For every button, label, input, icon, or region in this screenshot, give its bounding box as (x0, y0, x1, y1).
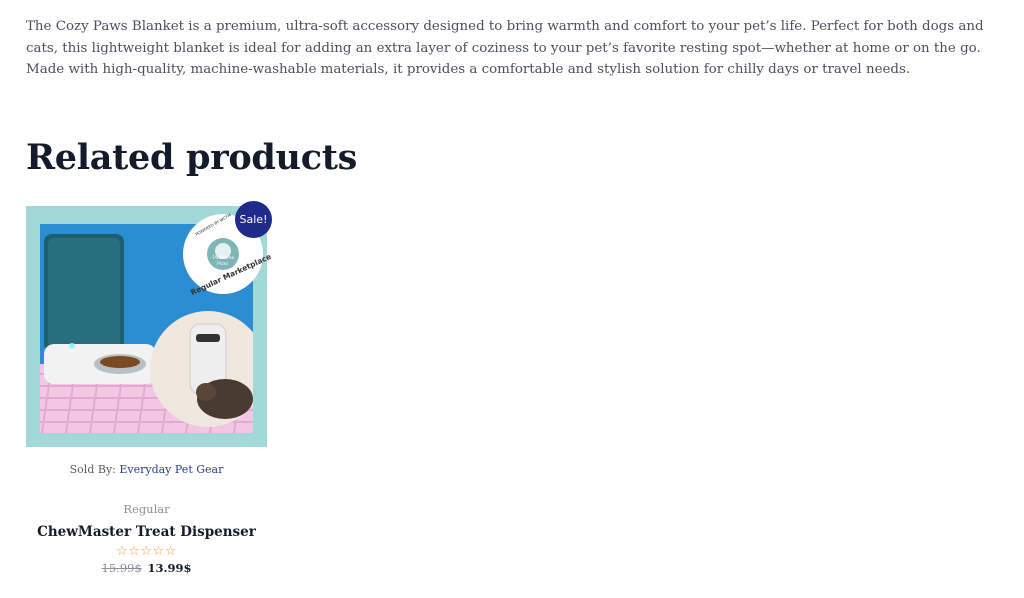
marketplace-badge-center-2: Picks (217, 262, 229, 267)
marketplace-badge-center-1: Pawsome (213, 256, 235, 261)
related-products-heading: Related products (26, 137, 357, 178)
product-card: POWERED BY WCFM Pawsome Picks Regular Ma… (26, 201, 273, 575)
sale-price: 13.99$ (147, 561, 192, 575)
sold-by: Sold By: Everyday Pet Gear (26, 463, 267, 476)
product-image-link[interactable]: POWERED BY WCFM Pawsome Picks Regular Ma… (26, 201, 273, 447)
product-title[interactable]: ChewMaster Treat Dispenser (26, 524, 267, 540)
product-price: 15.99$ 13.99$ (26, 561, 267, 575)
product-description: The Cozy Paws Blanket is a premium, ultr… (26, 19, 984, 77)
product-category[interactable]: Regular (26, 502, 267, 516)
old-price: 15.99$ (101, 561, 142, 575)
vendor-link[interactable]: Everyday Pet Gear (119, 463, 223, 476)
rating-stars-icon: ☆☆☆☆☆ (116, 544, 177, 559)
sale-badge: Sale! (235, 201, 272, 238)
sold-by-label: Sold By: (69, 463, 116, 476)
